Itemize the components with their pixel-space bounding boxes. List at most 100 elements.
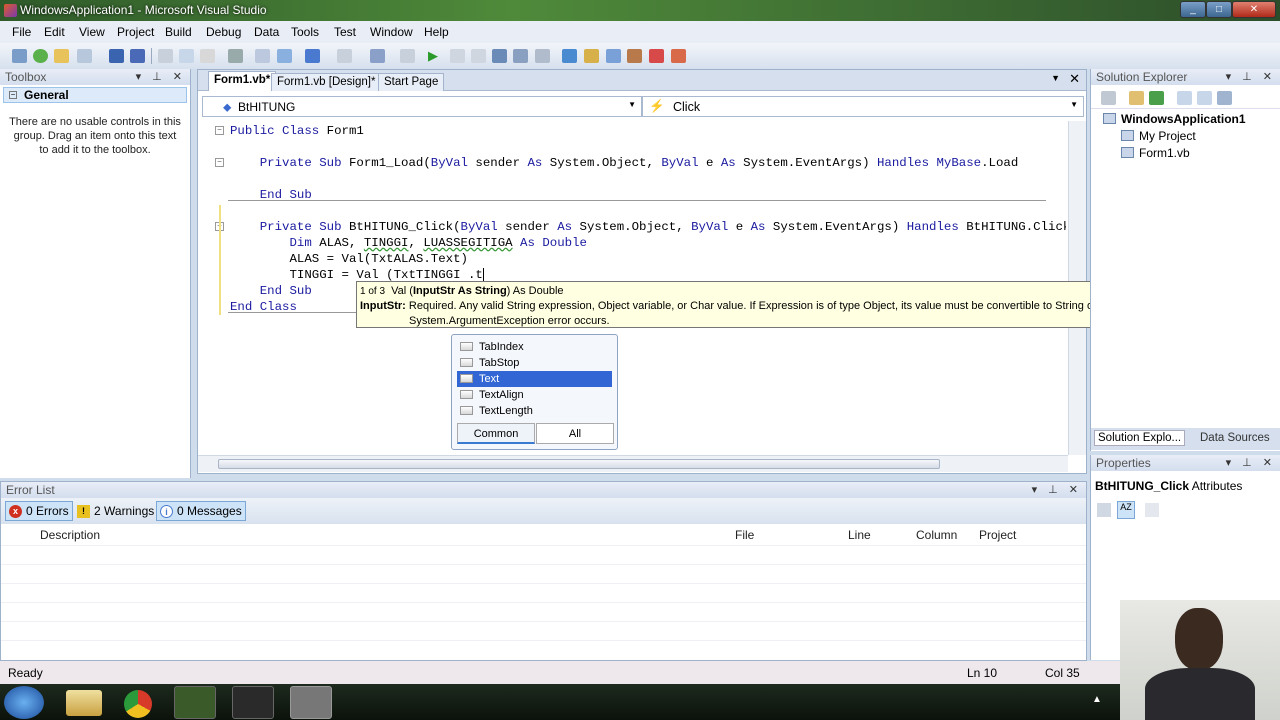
menu-data[interactable]: Data — [254, 25, 279, 39]
maximize-button[interactable]: □ — [1206, 1, 1232, 18]
start-page-icon[interactable] — [671, 49, 686, 63]
explorer-icon[interactable] — [66, 690, 102, 716]
completion-item[interactable]: TextAlign — [457, 387, 612, 403]
completion-item[interactable]: TabStop — [457, 355, 612, 371]
tab-list-dropdown-icon[interactable]: ▼ — [1051, 73, 1060, 83]
start-button[interactable] — [4, 686, 44, 719]
code-line[interactable]: Public Class Form1 — [230, 123, 364, 139]
tab-data-sources[interactable]: Data Sources — [1197, 431, 1273, 445]
stop-icon[interactable] — [471, 49, 486, 63]
menu-window[interactable]: Window — [370, 25, 413, 39]
pause-icon[interactable] — [450, 49, 465, 63]
horizontal-scrollbar[interactable] — [198, 455, 1068, 472]
refresh-icon[interactable] — [1149, 91, 1164, 105]
redo-icon[interactable] — [337, 49, 352, 63]
categorized-icon[interactable] — [1097, 503, 1111, 517]
comment-icon[interactable] — [255, 49, 270, 63]
save-icon[interactable] — [109, 49, 124, 63]
menu-file[interactable]: File — [12, 25, 31, 39]
method-name-dropdown[interactable]: ⚡ Click ▼ — [642, 96, 1084, 117]
object-selector[interactable]: BtHITUNG_Click Attributes — [1091, 471, 1280, 493]
tree-item-solution[interactable]: WindowsApplication1 — [1103, 112, 1246, 126]
panel-controls[interactable]: ▾ ⊥ ✕ — [1032, 482, 1082, 498]
object-browser-icon[interactable] — [606, 49, 621, 63]
step-into-icon[interactable] — [492, 49, 507, 63]
step-out-icon[interactable] — [535, 49, 550, 63]
uncomment-icon[interactable] — [277, 49, 292, 63]
tab-start-page[interactable]: Start Page — [378, 73, 445, 91]
solution-explorer-icon[interactable] — [562, 49, 577, 63]
step-over-icon[interactable] — [513, 49, 528, 63]
messages-filter-button[interactable]: i 0 Messages — [156, 501, 246, 521]
properties-window-icon[interactable] — [584, 49, 599, 63]
tab-form1-vb[interactable]: Form1.vb* — [208, 71, 277, 91]
open-file-icon[interactable] — [54, 49, 69, 63]
copy-icon[interactable] — [179, 49, 194, 63]
properties-icon[interactable] — [1101, 91, 1116, 105]
column-column[interactable]: Column — [916, 528, 957, 542]
close-document-icon[interactable]: ✕ — [1069, 71, 1080, 87]
scroll-thumb[interactable] — [218, 459, 940, 469]
cut-icon[interactable] — [158, 49, 173, 63]
code-line[interactable]: Private Sub BtHITUNG_Click(ByVal sender … — [230, 219, 1066, 235]
menu-tools[interactable]: Tools — [291, 25, 319, 39]
tray-expand-icon[interactable]: ▲ — [1092, 694, 1102, 705]
column-line[interactable]: Line — [848, 528, 871, 542]
alphabetical-icon[interactable]: AZ — [1117, 501, 1135, 519]
panel-controls[interactable]: ▾ ⊥ ✕ — [1226, 69, 1276, 85]
panel-controls[interactable]: ▾ ⊥ ✕ — [1226, 455, 1276, 471]
overload-counter[interactable]: 1 of 3 — [360, 286, 385, 297]
add-new-item-icon[interactable] — [77, 49, 92, 63]
show-all-files-icon[interactable] — [1129, 91, 1144, 105]
completion-tab-common[interactable]: Common — [457, 423, 535, 444]
close-window-button[interactable]: ✕ — [1232, 1, 1276, 18]
column-description[interactable]: Description — [40, 528, 100, 542]
fold-toggle-icon[interactable]: − — [215, 158, 224, 167]
menu-help[interactable]: Help — [424, 25, 449, 39]
menu-debug[interactable]: Debug — [206, 25, 241, 39]
menu-view[interactable]: View — [79, 25, 105, 39]
add-item-icon[interactable] — [33, 49, 48, 63]
tab-form1-design[interactable]: Form1.vb [Design]* — [271, 73, 382, 91]
new-project-icon[interactable] — [12, 49, 27, 63]
camtasia-recorder-icon[interactable] — [232, 686, 274, 719]
menu-test[interactable]: Test — [334, 25, 356, 39]
visual-studio-icon[interactable] — [290, 686, 332, 719]
column-file[interactable]: File — [735, 528, 754, 542]
collapse-icon[interactable]: − — [9, 91, 17, 99]
chrome-icon[interactable] — [124, 690, 152, 718]
error-list-icon[interactable] — [649, 49, 664, 63]
tree-item-form1[interactable]: Form1.vb — [1121, 146, 1190, 160]
tree-item-my-project[interactable]: My Project — [1121, 129, 1196, 143]
view-designer-icon[interactable] — [1197, 91, 1212, 105]
code-line[interactable]: Dim ALAS, TINGGI, LUASSEGITIGA As Double — [230, 235, 587, 251]
column-project[interactable]: Project — [979, 528, 1016, 542]
tab-solution-explorer[interactable]: Solution Explo... — [1094, 430, 1186, 446]
class-name-dropdown[interactable]: ⬥ BtHITUNG ▼ — [202, 96, 642, 117]
panel-controls[interactable]: ▾ ⊥ ✕ — [136, 69, 186, 85]
menu-project[interactable]: Project — [117, 25, 154, 39]
minimize-button[interactable]: _ — [1180, 1, 1206, 18]
property-pages-icon[interactable] — [1145, 503, 1159, 517]
navigate-forward-icon[interactable] — [400, 49, 415, 63]
toolbox-group-general[interactable]: − General — [3, 87, 187, 103]
code-line[interactable]: ALAS = Val(TxtALAS.Text) — [230, 251, 467, 267]
fold-toggle-icon[interactable]: − — [215, 126, 224, 135]
completion-tab-all[interactable]: All — [536, 423, 614, 444]
menu-edit[interactable]: Edit — [44, 25, 65, 39]
code-line[interactable]: Private Sub Form1_Load(ByVal sender As S… — [230, 155, 1019, 171]
save-all-icon[interactable] — [130, 49, 145, 63]
find-icon[interactable] — [228, 49, 243, 63]
undo-icon[interactable] — [305, 49, 320, 63]
menu-build[interactable]: Build — [165, 25, 192, 39]
completion-item[interactable]: TabIndex — [457, 339, 612, 355]
warnings-filter-button[interactable]: ! 2 Warnings — [73, 501, 158, 521]
errors-filter-button[interactable]: x 0 Errors — [5, 501, 73, 521]
completion-item[interactable]: Text — [457, 371, 612, 387]
class-diagram-icon[interactable] — [1217, 91, 1232, 105]
toolbox-icon[interactable] — [627, 49, 642, 63]
completion-item[interactable]: TextLength — [457, 403, 612, 419]
start-debugging-icon[interactable]: ▶ — [428, 49, 443, 63]
code-line[interactable]: End Sub — [230, 283, 312, 299]
view-code-icon[interactable] — [1177, 91, 1192, 105]
